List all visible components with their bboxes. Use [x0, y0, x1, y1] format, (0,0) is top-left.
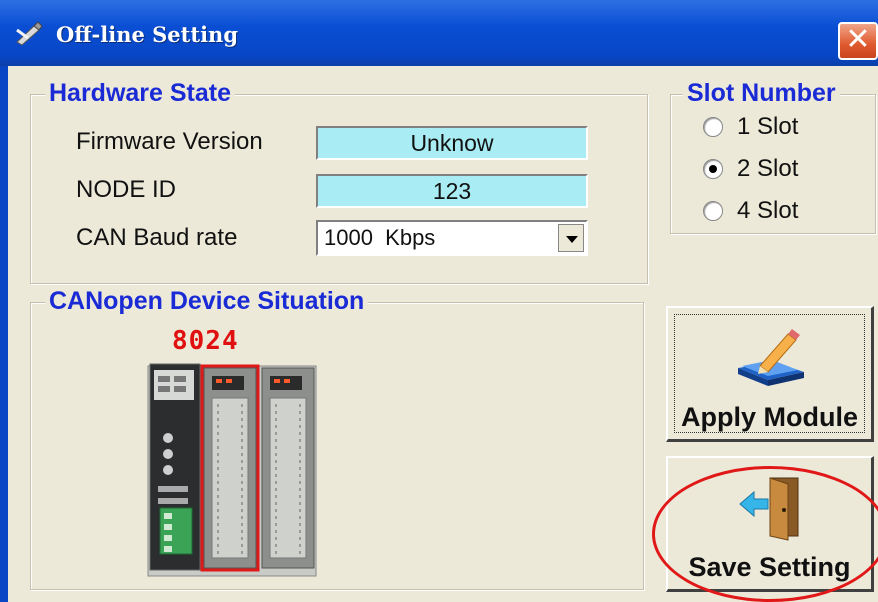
- pencil-notepad-icon: [738, 329, 804, 386]
- radio-button-4-slot[interactable]: [703, 201, 723, 221]
- highlight-circle: [652, 466, 878, 602]
- radio-button-2-slot[interactable]: [703, 159, 723, 179]
- node-id-field[interactable]: 123: [316, 174, 588, 208]
- hardware-state-legend: Hardware State: [45, 79, 236, 107]
- firmware-version-label: Firmware Version: [76, 128, 263, 155]
- window-title: Off-line Setting: [56, 22, 238, 47]
- slot-option-label: 4 Slot: [737, 197, 799, 224]
- io-module-8024[interactable]: [200, 364, 260, 572]
- slot-option-label: 1 Slot: [737, 113, 799, 140]
- title-bar[interactable]: Off-line Setting ✕: [0, 0, 878, 66]
- can-baud-rate-value: 1000 Kbps: [324, 225, 436, 250]
- device-situation-group: CANopen Device Situation: [30, 287, 644, 590]
- firmware-version-field[interactable]: Unknow: [316, 126, 588, 160]
- window-frame: [0, 66, 8, 602]
- can-baud-rate-select[interactable]: 1000 Kbps: [316, 220, 588, 256]
- can-baud-rate-label: CAN Baud rate: [76, 224, 238, 251]
- wrench-pencil-icon: [16, 21, 43, 46]
- apply-module-label: Apply Module: [681, 402, 858, 432]
- radio-button-1-slot[interactable]: [703, 117, 723, 137]
- apply-module-button[interactable]: Apply Module: [666, 306, 874, 442]
- module-label-8024: 8024: [172, 326, 239, 356]
- slot-number-group: Slot Number 1 Slot 2 Slot 4 Slot: [670, 79, 876, 234]
- slot-option-label: 2 Slot: [737, 155, 799, 182]
- io-module-empty[interactable]: [261, 367, 315, 569]
- head-module[interactable]: [149, 363, 201, 571]
- close-button[interactable]: ✕: [838, 22, 878, 60]
- chevron-down-icon[interactable]: [558, 224, 584, 252]
- node-id-label: NODE ID: [76, 176, 177, 203]
- can-device-diagram[interactable]: [146, 358, 320, 584]
- device-situation-legend: CANopen Device Situation: [45, 287, 369, 315]
- slot-number-legend: Slot Number: [683, 79, 840, 107]
